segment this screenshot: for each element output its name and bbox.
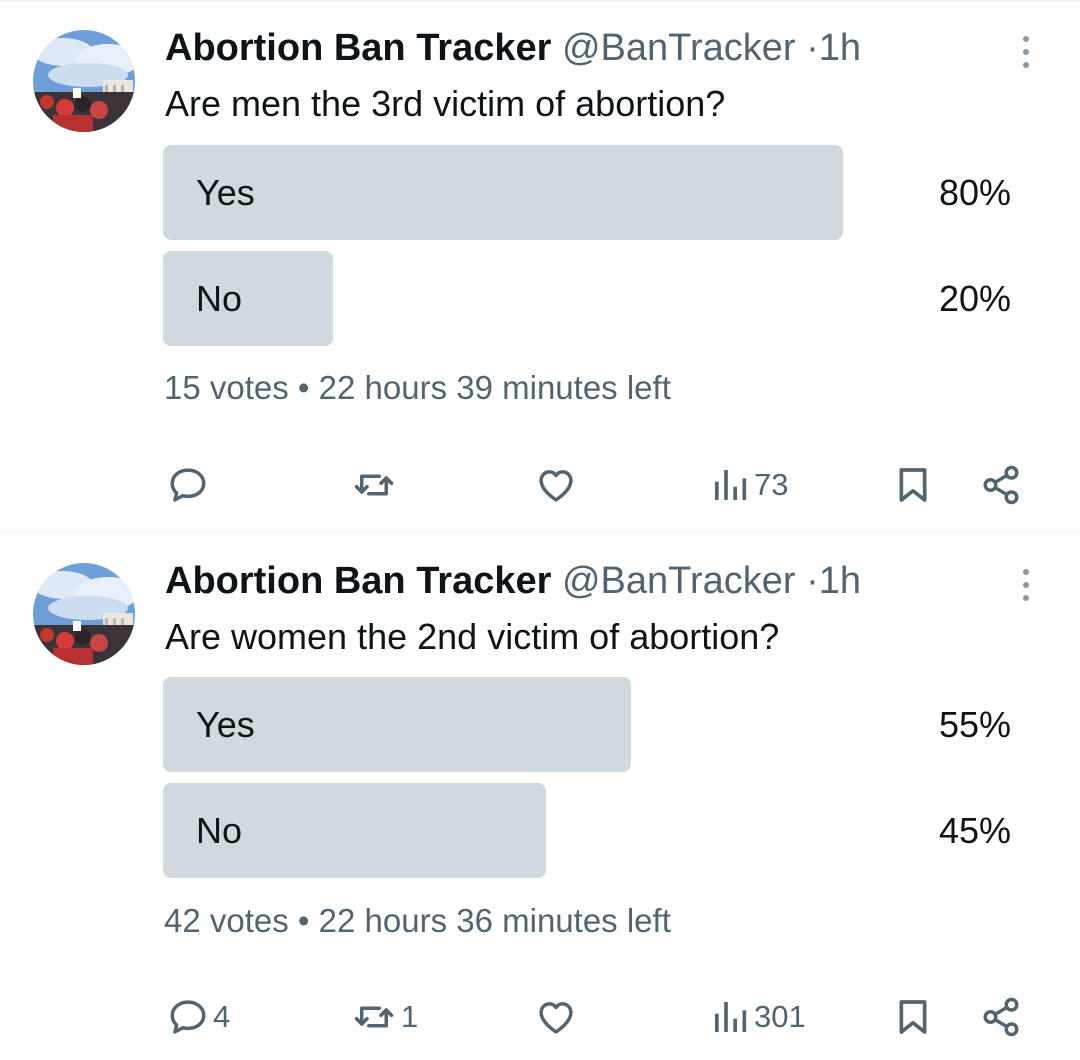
like-icon (539, 470, 573, 502)
timestamp[interactable]: 1h (819, 560, 861, 602)
time-left: 22 hours 39 minutes left (318, 369, 671, 406)
more-icon[interactable] (1011, 32, 1041, 72)
bookmark-icon (899, 1000, 927, 1034)
avatar[interactable] (33, 30, 135, 132)
repost-icon (354, 1006, 394, 1028)
share-button[interactable] (980, 987, 1022, 1047)
views-button[interactable]: 301 (710, 987, 806, 1047)
more-icon[interactable] (1011, 565, 1041, 605)
poll-meta: 15 votes • 22 hours 39 minutes left (164, 366, 671, 410)
repost-button[interactable]: 1 (351, 987, 418, 1047)
header-separator: · (806, 27, 819, 69)
view-count: 301 (754, 999, 806, 1034)
poll-option-percent: 20% (938, 278, 1011, 319)
views-icon (715, 1002, 747, 1032)
views-icon (715, 470, 747, 500)
like-icon (539, 1002, 573, 1034)
poll-bar (163, 145, 843, 240)
tweet[interactable]: Abortion Ban Tracker @BanTracker ·1h Are… (0, 0, 1080, 532)
poll-option-yes: Yes 80% (163, 145, 1013, 240)
poll-option-percent: 45% (938, 810, 1011, 851)
vote-count: 42 votes (164, 902, 289, 939)
poll-option-no: No 45% (163, 783, 1013, 878)
poll-option-label: No (196, 278, 243, 319)
action-bar: 4 1 301 (0, 987, 1080, 1047)
author-handle[interactable]: @BanTracker (562, 560, 796, 602)
bookmark-icon (899, 468, 927, 502)
author-name[interactable]: Abortion Ban Tracker (165, 27, 551, 69)
poll-option-label: Yes (196, 172, 255, 213)
tweet[interactable]: Abortion Ban Tracker @BanTracker ·1h Are… (0, 533, 1080, 1060)
action-bar: 73 (0, 455, 1080, 515)
reply-icon (170, 468, 206, 502)
tweet-header: Abortion Ban Tracker @BanTracker ·1h (165, 559, 861, 603)
reply-button[interactable] (167, 455, 213, 515)
share-button[interactable] (980, 455, 1022, 515)
author-name[interactable]: Abortion Ban Tracker (165, 560, 551, 602)
timestamp[interactable]: 1h (819, 27, 861, 69)
reply-count: 4 (213, 999, 231, 1034)
repost-button[interactable] (351, 455, 401, 515)
reply-button[interactable]: 4 (167, 987, 230, 1047)
repost-icon (354, 474, 394, 496)
like-button[interactable] (535, 987, 577, 1047)
view-count: 73 (754, 467, 789, 502)
poll-option-label: Yes (196, 704, 255, 745)
share-icon (983, 465, 1019, 505)
share-icon (983, 997, 1019, 1037)
meta-separator: • (297, 369, 310, 406)
bookmark-button[interactable] (893, 455, 933, 515)
poll-bar (163, 251, 333, 346)
reply-icon (170, 1000, 206, 1034)
meta-separator: • (297, 902, 310, 939)
like-button[interactable] (535, 455, 577, 515)
bookmark-button[interactable] (893, 987, 933, 1047)
tweet-header: Abortion Ban Tracker @BanTracker ·1h (165, 26, 861, 70)
poll-option-no: No 20% (163, 251, 1013, 346)
poll-question: Are men the 3rd victim of abortion? (165, 83, 726, 124)
poll-option-percent: 55% (938, 704, 1011, 745)
poll-option-yes: Yes 55% (163, 677, 1013, 772)
poll-question: Are women the 2nd victim of abortion? (165, 616, 780, 657)
header-separator: · (806, 560, 819, 602)
poll-option-percent: 80% (938, 172, 1011, 213)
poll-meta: 42 votes • 22 hours 36 minutes left (164, 899, 671, 943)
time-left: 22 hours 36 minutes left (318, 902, 671, 939)
poll-option-label: No (196, 810, 243, 851)
author-handle[interactable]: @BanTracker (562, 27, 796, 69)
views-button[interactable]: 73 (710, 455, 788, 515)
vote-count: 15 votes (164, 369, 289, 406)
repost-count: 1 (401, 999, 419, 1034)
avatar[interactable] (33, 563, 135, 665)
